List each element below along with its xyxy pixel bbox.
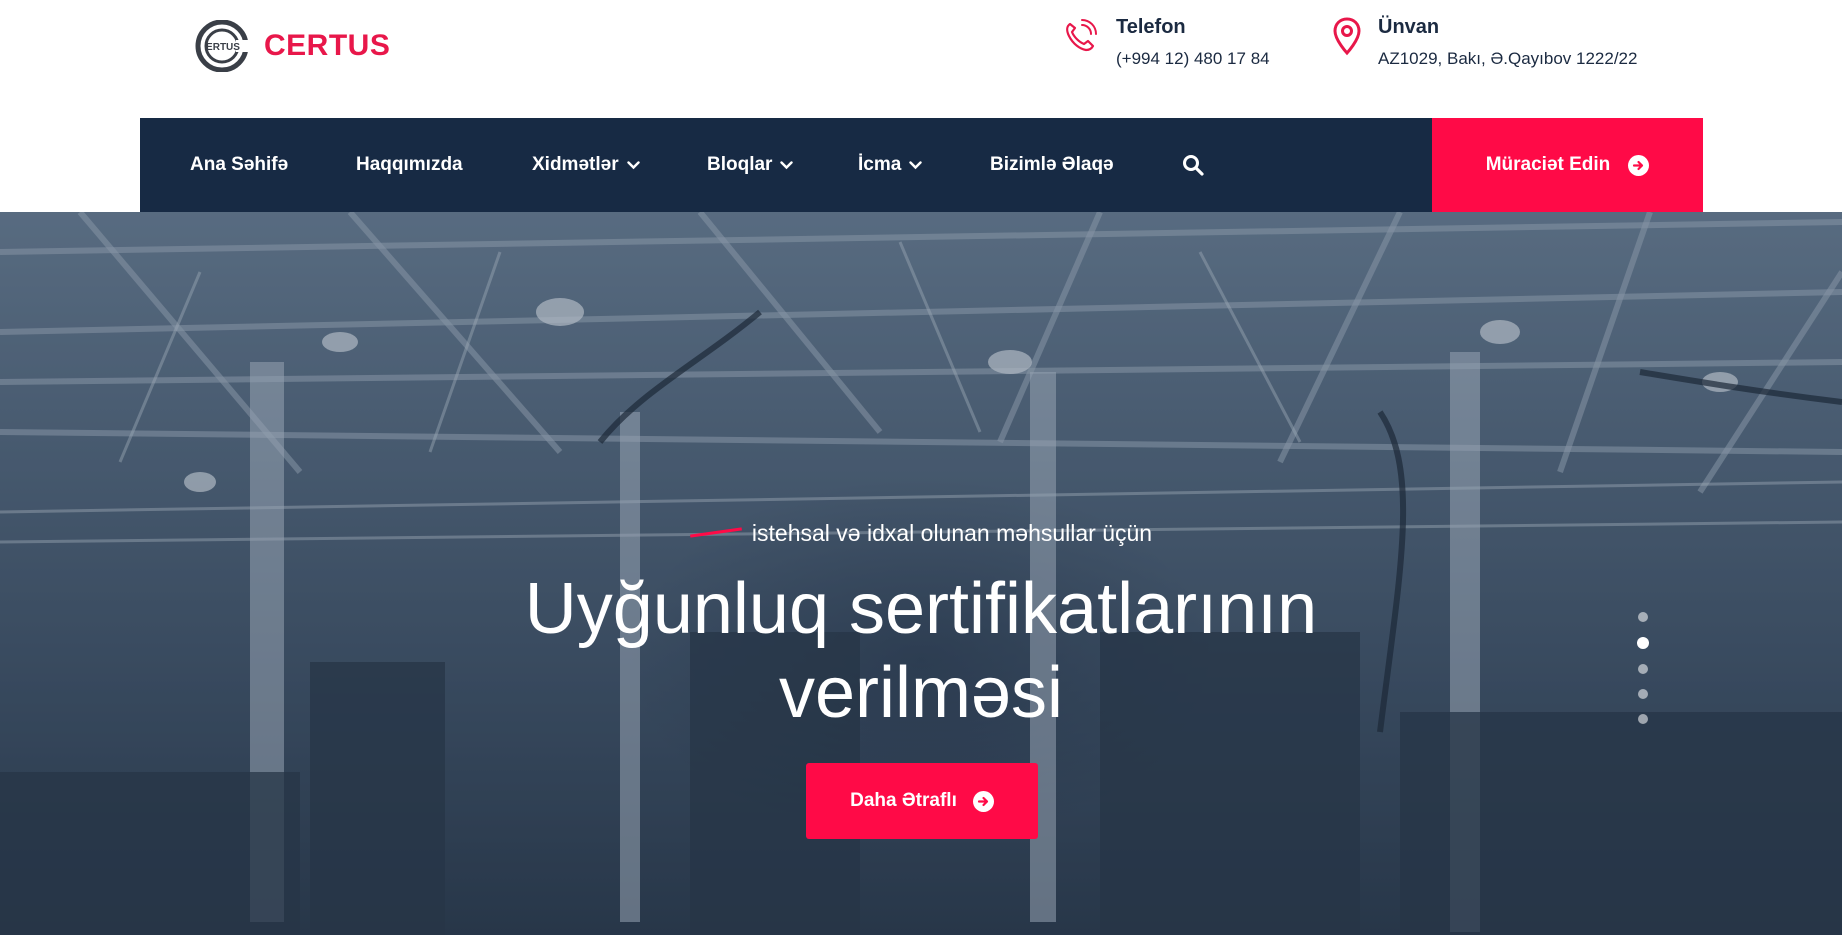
slider-dot-active[interactable] (1637, 637, 1649, 649)
search-button[interactable] (1182, 118, 1204, 212)
hero-eyebrow: istehsal və idxal olunan məhsullar üçün (0, 520, 1842, 547)
address-value: AZ1029, Bakı, Ə.Qayıbov 1222/22 (1378, 49, 1638, 68)
address-contact: Ünvan AZ1029, Bakı, Ə.Qayıbov 1222/22 (1332, 16, 1637, 69)
chevron-down-icon (780, 160, 794, 169)
phone-value[interactable]: (+994 12) 480 17 84 (1116, 49, 1270, 69)
arrow-circle-right-icon (1628, 154, 1650, 176)
phone-title: Telefon (1116, 16, 1186, 38)
slider-dot[interactable] (1638, 689, 1648, 699)
logo-text: CERTUS (264, 29, 391, 62)
nav-item-label: Bloqlar (707, 154, 773, 175)
hero-title: Uyğunluq sertifikatlarının verilməsi (0, 567, 1842, 735)
slider-dot[interactable] (1638, 612, 1648, 622)
location-pin-icon (1333, 17, 1361, 56)
hero-eyebrow-text: istehsal və idxal olunan məhsullar üçün (751, 520, 1153, 546)
nav-item-blogs[interactable]: Bloqlar (707, 118, 794, 212)
hero-banner: istehsal və idxal olunan məhsullar üçün … (0, 212, 1842, 935)
hero-content: istehsal və idxal olunan məhsullar üçün … (0, 212, 1842, 935)
nav-item-contact[interactable]: Bizimlə Əlaqə (990, 118, 1114, 212)
nav-item-label: Bizimlə Əlaqə (990, 154, 1114, 175)
address-title: Ünvan (1378, 16, 1440, 38)
nav-item-label: Ana Səhifə (190, 154, 289, 175)
phone-contact: Telefon (+994 12) 480 17 84 (1060, 16, 1270, 69)
hero-title-line1: Uyğunluq sertifikatlarının (524, 569, 1318, 649)
chevron-down-icon (626, 160, 640, 169)
slider-dot[interactable] (1638, 664, 1648, 674)
search-icon (1183, 155, 1204, 176)
more-info-button-label: Daha Ətraflı (850, 790, 957, 811)
more-info-button[interactable]: Daha Ətraflı (806, 763, 1038, 839)
nav-item-community[interactable]: İcma (858, 118, 923, 212)
nav-item-label: Xidmətlər (532, 154, 619, 175)
nav-item-label: İcma (858, 154, 902, 175)
apply-button[interactable]: Müraciət Edin (1432, 118, 1703, 212)
logo-mark-icon: ERTUS (195, 20, 252, 72)
chevron-down-icon (909, 160, 923, 169)
phone-icon (1066, 19, 1097, 52)
eyebrow-dash (689, 527, 742, 539)
hero-title-line2: verilməsi (778, 653, 1064, 733)
logo-mark-text: ERTUS (206, 42, 240, 53)
nav-item-label: Haqqımızda (356, 154, 463, 175)
nav-item-about[interactable]: Haqqımızda (356, 118, 463, 212)
nav-item-home[interactable]: Ana Səhifə (190, 118, 288, 212)
slider-dot[interactable] (1638, 714, 1648, 724)
slider-pagination (1636, 612, 1650, 739)
site-logo[interactable]: ERTUS CERTUS (190, 20, 390, 72)
nav-item-services[interactable]: Xidmətlər (532, 118, 640, 212)
top-header: ERTUS CERTUS Telefon (+994 12) 480 17 84… (0, 0, 1842, 118)
arrow-circle-right-icon (972, 790, 994, 812)
apply-button-label: Müraciət Edin (1485, 154, 1611, 175)
main-navigation: Ana Səhifə Haqqımızda Xidmətlər Bloqlar … (140, 118, 1703, 212)
